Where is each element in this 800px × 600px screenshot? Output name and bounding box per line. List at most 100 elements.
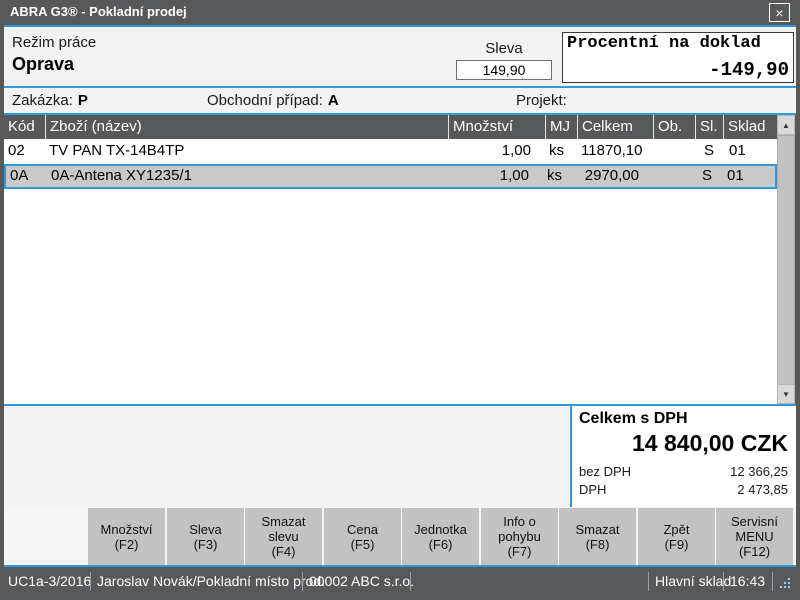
context-row: Zakázka: P Obchodní případ: A Projekt: — [4, 88, 796, 113]
service-menu-button[interactable]: Servisní MENU(F12) — [716, 508, 793, 565]
table-row[interactable]: 02 TV PAN TX-14B4TP 1,00 ks 11870,10 S 0… — [4, 139, 777, 164]
button-fkey: (F5) — [351, 537, 375, 552]
row-ob — [653, 139, 695, 164]
button-label: Servisní MENU — [717, 514, 792, 544]
status-time: 16:43 — [730, 567, 765, 596]
column-header-celkem: Celkem — [577, 115, 653, 139]
vertical-scrollbar[interactable]: ▲ ▼ — [777, 115, 795, 404]
row-nazev: TV PAN TX-14B4TP — [45, 139, 448, 164]
row-mnozstvi: 1,00 — [446, 166, 543, 187]
column-header-ob: Ob. — [653, 115, 695, 139]
button-fkey: (F3) — [194, 537, 218, 552]
order-field: Zakázka: P — [12, 88, 88, 113]
window-title: ABRA G3® - Pokladní prodej — [10, 4, 187, 19]
total-without-vat-value: 12 366,25 — [730, 464, 788, 479]
row-celkem: 11870,10 — [577, 139, 653, 164]
row-kod: 02 — [4, 139, 45, 164]
scroll-up-button[interactable]: ▲ — [777, 115, 795, 135]
business-case-field: Obchodní případ: A — [207, 88, 339, 113]
button-fkey: (F8) — [586, 537, 610, 552]
row-ob — [651, 166, 693, 187]
discount-amount-text: -149,90 — [709, 59, 789, 81]
discount-label: Sleva — [456, 40, 552, 57]
status-separator — [410, 572, 411, 591]
button-label: Množství — [100, 522, 152, 537]
button-fkey: (F2) — [115, 537, 139, 552]
table-row-selected[interactable]: 0A 0A-Antena XY1235/1 1,00 ks 2970,00 S … — [4, 164, 777, 189]
button-fkey: (F12) — [739, 544, 770, 559]
delete-discount-button[interactable]: Smazat slevu(F4) — [245, 508, 322, 565]
items-table: Kód Zboží (název) Množství MJ Celkem Ob.… — [4, 115, 795, 404]
order-value: P — [78, 92, 88, 109]
row-mj: ks — [545, 139, 577, 164]
total-with-vat-value: 14 840,00 CZK — [632, 430, 788, 457]
business-case-label: Obchodní případ: — [207, 92, 323, 109]
row-sklad: 01 — [723, 139, 777, 164]
scroll-down-button[interactable]: ▼ — [777, 384, 795, 404]
total-without-vat-label: bez DPH — [579, 464, 631, 479]
status-user: Jaroslav Novák/Pokladní místo prod. — [97, 567, 325, 596]
button-label: Sleva — [189, 522, 222, 537]
status-bar: UC1a-3/2016 Jaroslav Novák/Pokladní míst… — [4, 567, 796, 596]
unit-button[interactable]: Jednotka(F6) — [402, 508, 479, 565]
button-label: Smazat — [575, 522, 619, 537]
row-kod: 0A — [6, 166, 47, 187]
price-button[interactable]: Cena(F5) — [324, 508, 401, 565]
row-mj: ks — [543, 166, 575, 187]
delete-button[interactable]: Smazat(F8) — [559, 508, 636, 565]
row-sl: S — [693, 166, 721, 187]
work-mode-label: Režim práce — [12, 34, 96, 51]
vat-value: 2 473,85 — [737, 482, 788, 497]
button-label: Smazat slevu — [246, 514, 321, 544]
status-document: UC1a-3/2016 — [8, 567, 91, 596]
discount-value-field[interactable]: 149,90 — [456, 60, 552, 80]
discount-type-text: Procentní na doklad — [567, 34, 789, 53]
movement-info-button[interactable]: Info o pohybu(F7) — [481, 508, 558, 565]
discount-button[interactable]: Sleva(F3) — [167, 508, 244, 565]
row-mnozstvi: 1,00 — [448, 139, 545, 164]
button-fkey: (F6) — [429, 537, 453, 552]
order-label: Zakázka: — [12, 92, 73, 109]
button-label: Info o pohybu — [482, 514, 557, 544]
status-separator — [302, 572, 303, 591]
close-button[interactable]: × — [769, 3, 790, 22]
bottom-filler-panel — [4, 406, 570, 507]
button-label: Cena — [347, 522, 378, 537]
status-warehouse: Hlavní sklad — [655, 567, 731, 596]
row-nazev: 0A-Antena XY1235/1 — [47, 166, 446, 187]
discount-display-box: Procentní na doklad -149,90 — [562, 32, 794, 83]
total-with-vat-label: Celkem s DPH — [579, 410, 688, 428]
column-header-mj: MJ — [545, 115, 577, 139]
button-fkey: (F4) — [272, 544, 296, 559]
button-fkey: (F9) — [665, 537, 689, 552]
scrollbar-thumb[interactable] — [777, 135, 795, 391]
project-label: Projekt: — [516, 92, 567, 109]
button-label: Jednotka — [414, 522, 467, 537]
scroll-down-icon: ▼ — [782, 390, 790, 399]
row-sl: S — [695, 139, 723, 164]
quantity-button[interactable]: Množství(F2) — [88, 508, 165, 565]
back-button[interactable]: Zpět(F9) — [638, 508, 715, 565]
resize-grip-icon[interactable] — [780, 578, 790, 588]
column-header-sklad: Sklad — [723, 115, 777, 139]
button-fkey: (F7) — [508, 544, 532, 559]
row-sklad: 01 — [721, 166, 775, 187]
top-panel: Režim práce Oprava Sleva 149,90 Procentn… — [4, 27, 796, 86]
close-icon: × — [775, 6, 783, 20]
status-separator — [648, 572, 649, 591]
project-field: Projekt: — [516, 88, 572, 113]
work-mode-value: Oprava — [12, 54, 74, 75]
vat-row: DPH 2 473,85 — [579, 482, 788, 500]
function-button-row: Množství(F2) Sleva(F3) Smazat slevu(F4) … — [4, 507, 796, 565]
column-header-sl: Sl. — [695, 115, 723, 139]
row-celkem: 2970,00 — [575, 166, 651, 187]
business-case-value: A — [328, 92, 339, 109]
vat-label: DPH — [579, 482, 606, 497]
status-separator — [723, 572, 724, 591]
column-header-kod: Kód — [4, 115, 45, 139]
status-separator — [772, 572, 773, 591]
status-company: 00002 ABC s.r.o. — [309, 567, 414, 596]
scroll-up-icon: ▲ — [782, 121, 790, 130]
total-without-vat-row: bez DPH 12 366,25 — [579, 464, 788, 482]
table-header: Kód Zboží (název) Množství MJ Celkem Ob.… — [4, 115, 777, 139]
